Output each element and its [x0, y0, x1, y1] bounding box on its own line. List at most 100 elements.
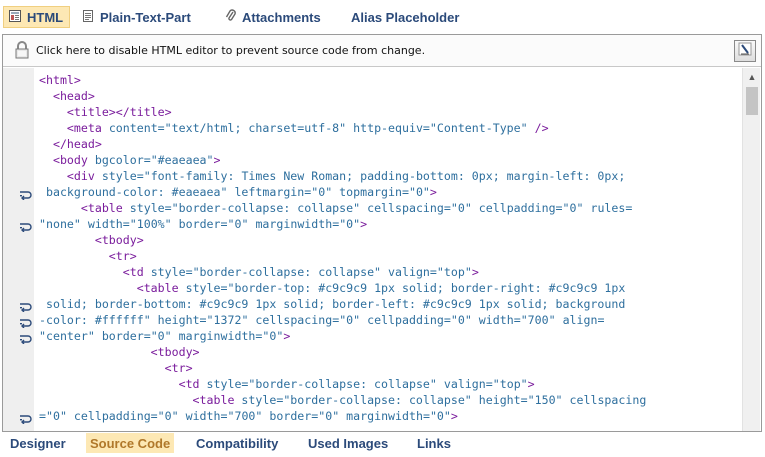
code-token: <table: [39, 201, 130, 215]
source-code-text[interactable]: <html> <head> <title></title> <meta cont…: [39, 72, 737, 424]
lock-icon[interactable]: [12, 40, 32, 60]
code-token: <div: [39, 169, 102, 183]
code-token: cellpadding=: [367, 313, 451, 327]
code-token: <title>: [39, 105, 116, 119]
code-token: </head>: [39, 137, 102, 151]
code-token: "font-family: Times New Roman; padding-b…: [143, 169, 626, 183]
code-token: valign=: [388, 265, 437, 279]
code-line: <table style="border-top: #c9c9c9 1px so…: [39, 280, 737, 296]
code-token: "Content-Type": [429, 121, 535, 135]
code-token: cellspacing: [569, 393, 647, 407]
code-token: >: [213, 153, 221, 167]
code-line: background-color: #eaeaea" leftmargin="0…: [39, 184, 737, 200]
code-token: "border-collapse: collapse": [248, 377, 444, 391]
code-line: <head>: [39, 88, 737, 104]
tab-used-images[interactable]: Used Images: [308, 433, 388, 453]
tab-alias-placeholder[interactable]: Alias Placeholder: [351, 6, 459, 28]
code-token: width=: [185, 409, 228, 423]
tab-html[interactable]: HTML: [3, 6, 71, 28]
code-token: marginwidth=: [346, 409, 430, 423]
code-token: rules=: [590, 201, 633, 215]
word-wrap-icon: [19, 187, 33, 201]
code-token: border=: [101, 329, 151, 343]
code-token: "0": [318, 409, 347, 423]
code-token: <table: [39, 281, 186, 295]
scroll-thumb[interactable]: [746, 87, 758, 115]
tab-plain-text-part-label: Plain-Text-Part: [100, 9, 191, 25]
code-line: <title></title>: [39, 104, 737, 120]
code-line: <td style="border-collapse: collapse" va…: [39, 264, 737, 280]
code-token: style=: [241, 393, 284, 407]
code-token: align=: [562, 313, 605, 327]
code-token: topmargin=: [339, 185, 409, 199]
code-token: >: [429, 185, 437, 199]
code-token: "border-collapse: collapse": [171, 201, 368, 215]
code-token: style=: [150, 265, 193, 279]
code-token: <tr>: [39, 249, 137, 263]
tab-source-code-label: Source Code: [90, 435, 171, 451]
code-line: <tbody>: [39, 232, 737, 248]
vertical-scrollbar[interactable]: ▲: [742, 68, 760, 431]
code-token: "top": [492, 377, 528, 391]
code-token: background-color: #eaeaea": [39, 185, 235, 199]
tab-source-code[interactable]: Source Code: [86, 433, 175, 453]
code-token: "0": [450, 201, 479, 215]
code-line: <html>: [39, 72, 737, 88]
code-token: </title>: [115, 105, 172, 119]
code-token: >: [527, 377, 535, 391]
code-token: border=: [269, 409, 319, 423]
pen-edit-icon: [738, 42, 752, 61]
code-line: <body bgcolor="#eaeaea">: [39, 152, 737, 168]
code-token: <tr>: [39, 361, 193, 375]
code-line: "center" border="0" marginwidth="0">: [39, 328, 737, 344]
tab-designer[interactable]: Designer: [10, 433, 66, 453]
code-token: <tbody>: [39, 345, 200, 359]
code-token: marginwidth=: [178, 329, 263, 343]
code-line: "none" width="100%" border="0" marginwid…: [39, 216, 737, 232]
text-doc-icon: [81, 9, 95, 26]
code-token: cellpadding=: [73, 409, 158, 423]
code-token: "border-collapse: collapse": [283, 393, 479, 407]
code-line: <tbody>: [39, 344, 737, 360]
code-line: </head>: [39, 136, 737, 152]
code-token: />: [534, 121, 549, 135]
code-token: -color: #ffffff": [39, 313, 158, 327]
tab-alias-placeholder-label: Alias Placeholder: [351, 9, 460, 25]
code-token: content=: [108, 121, 165, 135]
code-token: "0": [227, 217, 256, 231]
code-token: leftmargin=: [234, 185, 312, 199]
edit-source-button[interactable]: [734, 40, 756, 62]
code-token: "#eaeaea": [150, 153, 214, 167]
code-token: cellpadding=: [478, 201, 563, 215]
word-wrap-icon: [19, 411, 33, 425]
tab-compatibility[interactable]: Compatibility: [196, 433, 278, 453]
code-token: <table: [39, 393, 242, 407]
tab-compatibility-label: Compatibility: [196, 435, 279, 451]
code-line: <tr>: [39, 248, 737, 264]
code-token: <td: [39, 265, 151, 279]
code-token: <tbody>: [39, 233, 144, 247]
code-token: "1372": [206, 313, 256, 327]
code-token: solid; border-bottom: #c9c9c9 1px solid;…: [39, 297, 626, 311]
tab-plain-text-part[interactable]: Plain-Text-Part: [81, 6, 191, 28]
tab-links[interactable]: Links: [417, 433, 451, 453]
code-token: "center": [39, 329, 102, 343]
source-code-editor[interactable]: <html> <head> <title></title> <meta cont…: [3, 68, 761, 431]
code-token: "none": [39, 217, 88, 231]
word-wrap-icon: [19, 315, 33, 329]
code-token: "700": [520, 313, 563, 327]
disable-editor-link[interactable]: Click here to disable HTML editor to pre…: [36, 44, 425, 57]
code-line: solid; border-bottom: #c9c9c9 1px solid;…: [39, 296, 737, 312]
html-doc-icon: [8, 9, 22, 26]
tab-attachments[interactable]: Attachments: [225, 6, 321, 28]
code-token: >: [450, 409, 458, 423]
code-token: >: [283, 329, 291, 343]
scroll-up-arrow-icon[interactable]: ▲: [743, 70, 761, 84]
code-token: cellspacing=: [255, 313, 340, 327]
code-token: "0": [339, 313, 368, 327]
bottom-tab-bar: Designer Source Code Compatibility Used …: [0, 432, 765, 454]
code-token: "0": [157, 409, 186, 423]
editor-notice-bar: Click here to disable HTML editor to pre…: [3, 35, 761, 67]
code-token: width=: [478, 313, 521, 327]
code-token: <body: [39, 153, 95, 167]
